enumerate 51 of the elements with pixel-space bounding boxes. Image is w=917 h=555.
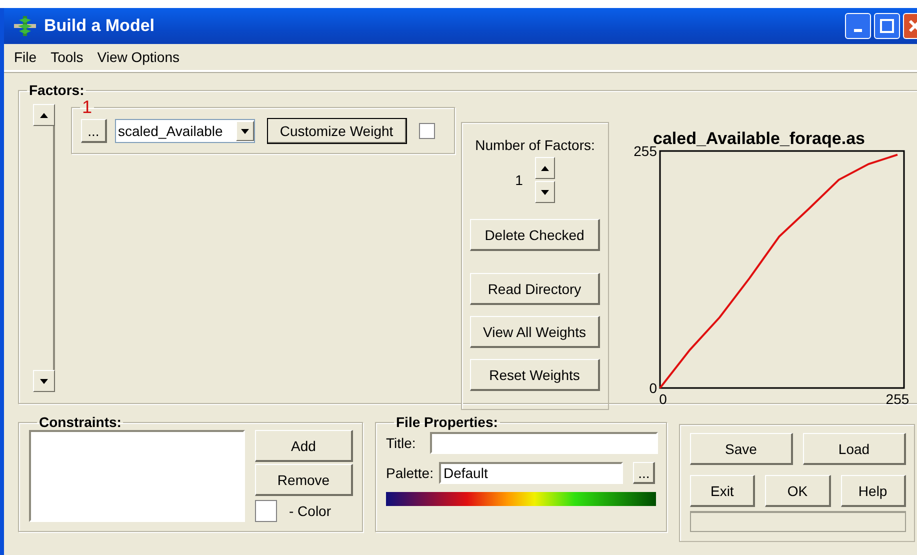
up-arrow-icon xyxy=(40,112,48,118)
increment-button[interactable] xyxy=(534,157,555,179)
field-label: Palette: xyxy=(386,465,434,481)
checkbox[interactable] xyxy=(419,123,435,139)
vertical-scrollbar[interactable] xyxy=(33,104,55,392)
action-button[interactable]: Read Directory xyxy=(470,273,600,305)
x-tick-label: 255 xyxy=(886,391,910,407)
customize-weight-button[interactable]: Customize Weight xyxy=(267,118,407,144)
caret-icon xyxy=(241,128,249,134)
decrement-button[interactable] xyxy=(534,181,555,203)
constraint-button[interactable]: Add xyxy=(255,430,353,462)
action-button[interactable]: Reset Weights xyxy=(470,359,600,391)
minimize-icon xyxy=(854,28,862,32)
field-label: Title: xyxy=(386,435,416,451)
x-tick-label: 0 xyxy=(659,391,667,407)
count-value: 1 xyxy=(515,172,523,188)
factor-number: 1 xyxy=(81,100,94,114)
scroll-down-button[interactable] xyxy=(33,370,55,392)
browse-button[interactable]: ... xyxy=(633,462,656,484)
menu-item[interactable]: File xyxy=(14,49,37,65)
color-checkbox[interactable] xyxy=(255,500,277,522)
menu-item[interactable]: Tools xyxy=(50,49,84,65)
up-arrow-icon xyxy=(540,166,549,170)
down-arrow-icon xyxy=(40,378,48,384)
action-button[interactable]: Help xyxy=(840,475,906,507)
group-title: Constraints: xyxy=(38,414,122,430)
down-arrow-icon xyxy=(540,190,549,194)
y-tick-label: 0 xyxy=(649,380,657,396)
menu-item[interactable]: View Options xyxy=(97,49,180,65)
maximize-button[interactable] xyxy=(874,13,900,39)
group-title: Factors: xyxy=(28,82,86,98)
tree-icon xyxy=(14,15,36,37)
color-label: - Color xyxy=(289,503,332,519)
maximize-icon xyxy=(880,19,894,33)
file-dropdown[interactable]: scaled_Available xyxy=(115,119,255,143)
action-button[interactable]: View All Weights xyxy=(470,316,600,348)
window-title: Build a Model xyxy=(44,16,156,36)
action-button[interactable]: Save xyxy=(690,433,793,465)
constraints-list[interactable] xyxy=(29,430,245,522)
action-button[interactable]: OK xyxy=(765,475,831,507)
count-label: Number of Factors: xyxy=(475,137,595,153)
scroll-up-button[interactable] xyxy=(33,104,55,126)
minimize-button[interactable] xyxy=(845,13,871,39)
action-button[interactable]: Delete Checked xyxy=(470,219,600,251)
action-button[interactable]: Exit xyxy=(690,475,756,507)
browse-button[interactable]: ... xyxy=(81,119,107,143)
constraint-button[interactable]: Remove xyxy=(255,464,353,496)
group-title: File Properties: xyxy=(395,414,499,430)
palette-field[interactable]: Default xyxy=(439,462,624,484)
title-field[interactable] xyxy=(430,432,658,454)
action-button[interactable]: Load xyxy=(803,433,906,465)
